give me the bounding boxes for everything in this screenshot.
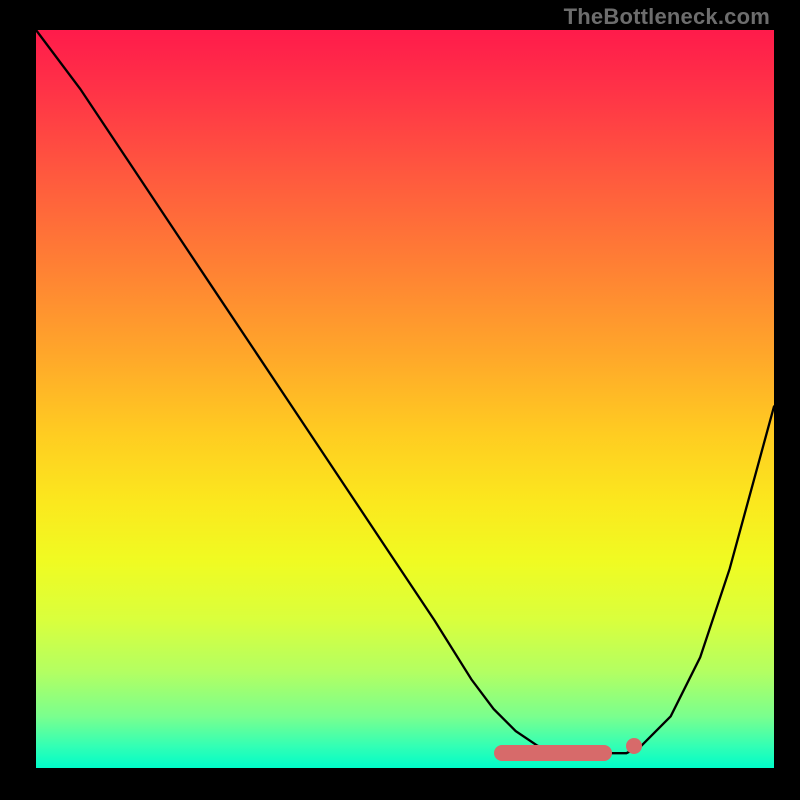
watermark-text: TheBottleneck.com (564, 4, 770, 30)
curve-dot-marker (626, 738, 642, 754)
chart: TheBottleneck.com (0, 0, 800, 800)
plot-area (36, 30, 774, 768)
sweet-spot-marker (494, 745, 612, 761)
bottleneck-curve (36, 30, 774, 768)
